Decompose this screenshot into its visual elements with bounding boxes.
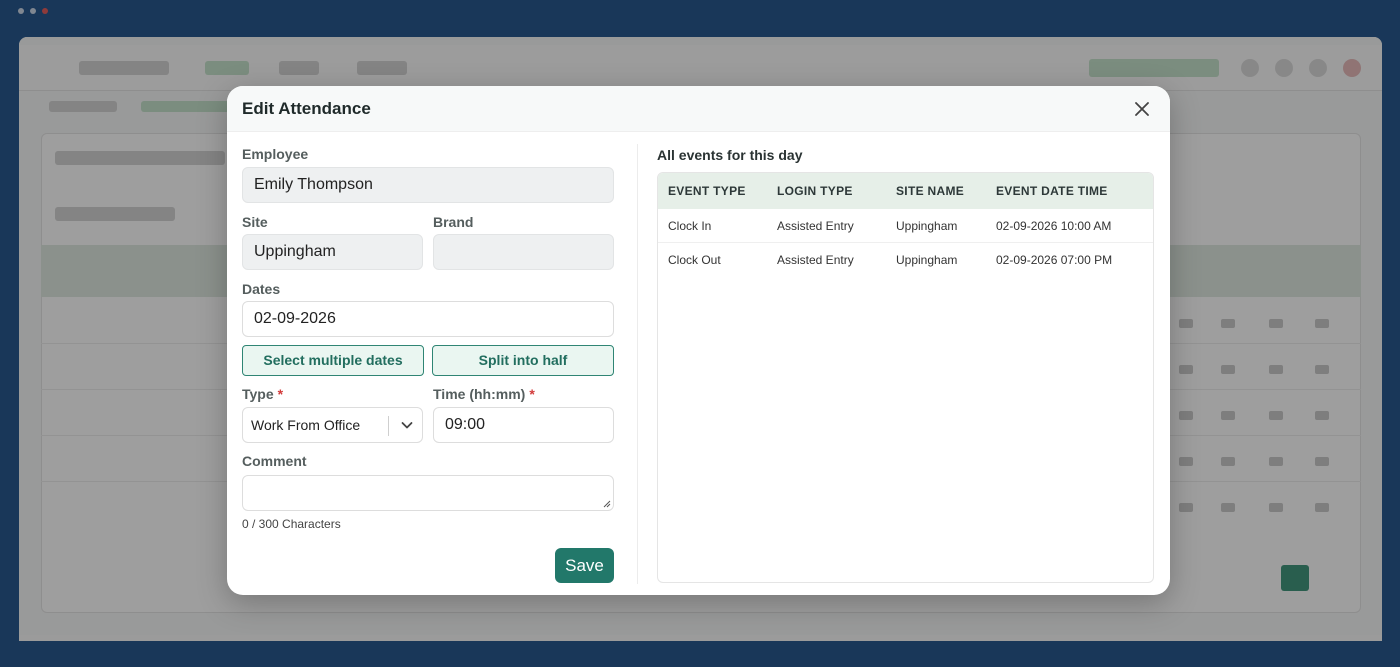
dialog-divider — [637, 144, 638, 584]
select-multiple-dates-button[interactable]: Select multiple dates — [242, 345, 424, 376]
column-header-event-type: EVENT TYPE — [668, 184, 746, 198]
time-input[interactable]: 09:00 — [433, 407, 614, 443]
cell-site-name: Uppingham — [896, 219, 958, 233]
chevron-down-icon[interactable] — [400, 418, 414, 432]
column-header-event-date-time: EVENT DATE TIME — [996, 184, 1108, 198]
table-row: Clock Out Assisted Entry Uppingham 02-09… — [658, 243, 1153, 277]
table-row: Clock In Assisted Entry Uppingham 02-09-… — [658, 209, 1153, 243]
close-icon[interactable] — [1132, 99, 1152, 119]
select-separator — [388, 416, 389, 436]
split-into-half-button[interactable]: Split into half — [432, 345, 614, 376]
type-label: Type * — [242, 386, 283, 402]
time-label-text: Time (hh:mm) — [433, 386, 526, 402]
column-header-site-name: SITE NAME — [896, 184, 965, 198]
dialog-title: Edit Attendance — [242, 99, 371, 118]
required-mark: * — [529, 386, 535, 402]
comment-char-count: 0 / 300 Characters — [242, 517, 341, 531]
save-button[interactable]: Save — [555, 548, 614, 583]
dialog-header: Edit Attendance — [227, 86, 1170, 132]
type-select-value: Work From Office — [251, 417, 361, 433]
site-label: Site — [242, 214, 268, 230]
employee-label: Employee — [242, 146, 309, 162]
employee-field[interactable]: Emily Thompson — [242, 167, 614, 203]
resize-grip-icon[interactable] — [603, 500, 611, 508]
type-select[interactable]: Work From Office — [242, 407, 423, 443]
site-field[interactable]: Uppingham — [242, 234, 423, 270]
brand-label: Brand — [433, 214, 474, 230]
cell-login-type: Assisted Entry — [777, 253, 854, 267]
edit-attendance-dialog: Edit Attendance Employee Emily Thompson … — [227, 86, 1170, 595]
comment-label: Comment — [242, 453, 307, 469]
type-label-text: Type — [242, 386, 274, 402]
cell-event-date-time: 02-09-2026 10:00 AM — [996, 219, 1112, 233]
cell-login-type: Assisted Entry — [777, 219, 854, 233]
cell-site-name: Uppingham — [896, 253, 958, 267]
time-label: Time (hh:mm) * — [433, 386, 535, 402]
column-header-login-type: LOGIN TYPE — [777, 184, 853, 198]
events-title: All events for this day — [657, 147, 803, 163]
cell-event-type: Clock Out — [668, 253, 721, 267]
required-mark: * — [277, 386, 284, 402]
cell-event-type: Clock In — [668, 219, 712, 233]
comment-textarea[interactable] — [242, 475, 614, 511]
events-table-header: EVENT TYPE LOGIN TYPE SITE NAME EVENT DA… — [658, 173, 1153, 209]
cell-event-date-time: 02-09-2026 07:00 PM — [996, 253, 1113, 267]
events-table: EVENT TYPE LOGIN TYPE SITE NAME EVENT DA… — [657, 172, 1154, 583]
dates-field[interactable]: 02-09-2026 — [242, 301, 614, 337]
dates-label: Dates — [242, 281, 281, 297]
brand-field[interactable] — [433, 234, 614, 270]
